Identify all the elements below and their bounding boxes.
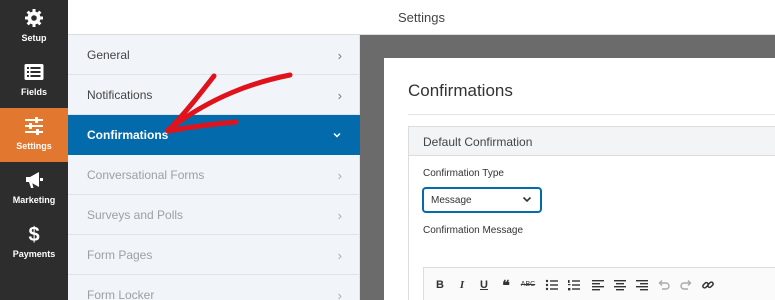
undo-icon[interactable] (656, 277, 672, 293)
fields-list-icon (24, 64, 44, 80)
underline-icon[interactable]: U (476, 277, 492, 293)
chevron-right-icon: › (337, 88, 342, 103)
bullet-list-icon[interactable] (544, 277, 560, 293)
sliders-icon (25, 117, 43, 135)
rail-label-setup: Setup (21, 33, 47, 43)
subnav-item-confirmations[interactable]: Confirmations (68, 115, 360, 155)
rail-item-payments[interactable]: $ Payments (0, 216, 68, 270)
subnav-label: Conversational Forms (87, 168, 205, 182)
rail-label-settings: Settings (16, 141, 52, 151)
svg-text:$: $ (28, 224, 39, 244)
panel-title: Confirmations (408, 81, 513, 100)
subnav-label: Notifications (87, 88, 153, 102)
subnav-item-conversational-forms[interactable]: Conversational Forms › (68, 155, 360, 195)
subnav-label: General (87, 48, 130, 62)
select-value: Message (431, 195, 472, 206)
confirmation-message-label: Confirmation Message (423, 225, 524, 236)
confirmation-type-select[interactable]: Message (423, 188, 541, 212)
page-title: Settings (398, 10, 445, 25)
subnav-item-notifications[interactable]: Notifications › (68, 75, 360, 115)
rail-item-marketing[interactable]: Marketing (0, 162, 68, 216)
megaphone-icon (26, 172, 43, 188)
align-center-icon[interactable] (612, 277, 628, 293)
subnav-label: Form Pages (87, 248, 153, 262)
chevron-right-icon: › (337, 248, 342, 263)
dollar-icon: $ (28, 224, 39, 244)
strikethrough-icon[interactable]: ABC (520, 277, 536, 293)
rail-label-payments: Payments (12, 249, 56, 259)
chevron-down-icon (522, 196, 532, 203)
default-confirmation-card: Default Confirmation Confirmation Type M… (408, 126, 775, 300)
rail-label-fields: Fields (20, 87, 47, 97)
redo-icon[interactable] (678, 277, 694, 293)
subnav-item-form-pages[interactable]: Form Pages › (68, 235, 360, 275)
subnav-item-surveys-and-polls[interactable]: Surveys and Polls › (68, 195, 360, 235)
align-left-icon[interactable] (590, 277, 606, 293)
chevron-down-icon (332, 128, 342, 143)
chevron-right-icon: › (337, 168, 342, 183)
numbered-list-icon[interactable] (566, 277, 582, 293)
rail-item-fields[interactable]: Fields (0, 54, 68, 108)
italic-icon[interactable]: I (454, 277, 470, 293)
editor-toolbar: B I U ❝ ABC (423, 267, 775, 300)
confirmations-panel: Confirmations Default Confirmation Confi… (384, 58, 775, 300)
rail-item-setup[interactable]: Setup (0, 0, 68, 54)
chevron-right-icon: › (337, 208, 342, 223)
card-header[interactable]: Default Confirmation (409, 127, 775, 156)
divider (408, 114, 775, 115)
left-nav-rail: Setup Fields Settings Marketing $ Paymen… (0, 0, 68, 300)
content-canvas: Confirmations Default Confirmation Confi… (360, 35, 775, 300)
confirmation-type-label: Confirmation Type (423, 168, 504, 179)
gear-icon (25, 9, 43, 27)
rail-item-settings[interactable]: Settings (0, 108, 68, 162)
link-icon[interactable] (700, 277, 716, 293)
card-title: Default Confirmation (423, 135, 533, 149)
settings-subnav: General › Notifications › Confirmations … (68, 35, 360, 300)
subnav-label: Confirmations (87, 128, 169, 142)
top-header: Settings (68, 0, 775, 35)
bold-icon[interactable]: B (432, 277, 448, 293)
subnav-label: Form Locker (87, 288, 155, 300)
subnav-item-form-locker[interactable]: Form Locker › (68, 275, 360, 300)
subnav-label: Surveys and Polls (87, 208, 184, 222)
blockquote-icon[interactable]: ❝ (498, 277, 514, 293)
chevron-right-icon: › (337, 48, 342, 63)
align-right-icon[interactable] (634, 277, 650, 293)
rail-label-marketing: Marketing (12, 195, 56, 205)
subnav-item-general[interactable]: General › (68, 35, 360, 75)
chevron-right-icon: › (337, 288, 342, 300)
